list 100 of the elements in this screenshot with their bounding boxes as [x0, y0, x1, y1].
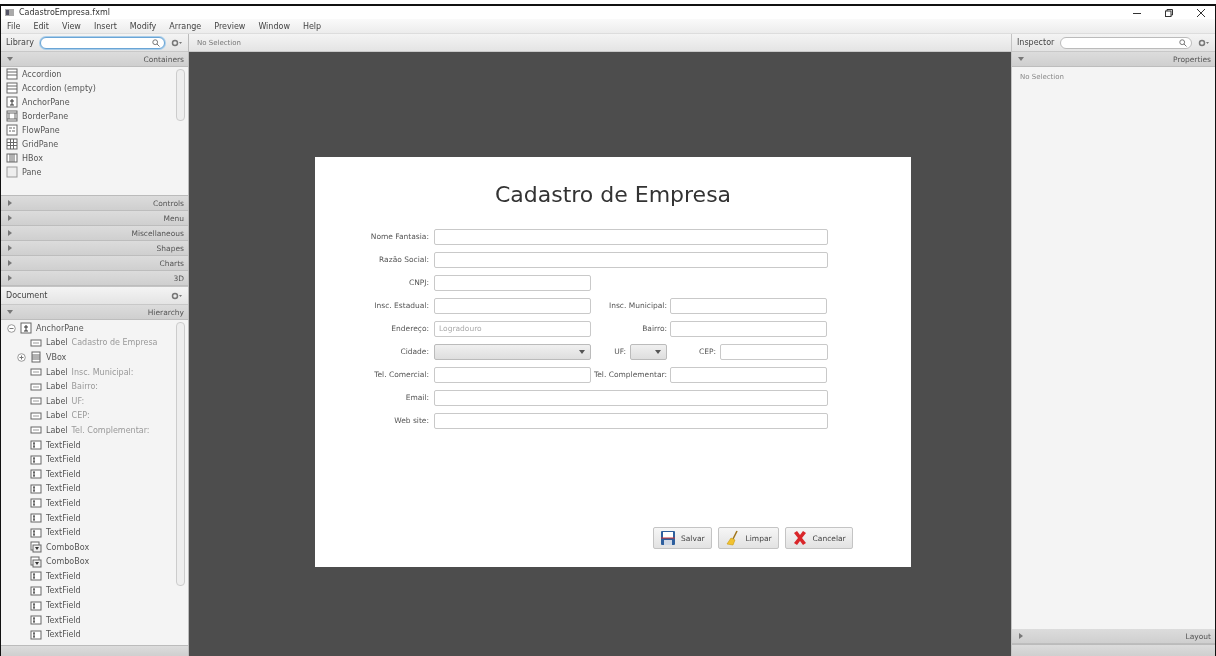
collapsed-arrow-icon[interactable]: [7, 230, 13, 236]
text-field-icon: [30, 468, 42, 481]
cross-icon: [791, 530, 808, 546]
search-field[interactable]: [1060, 36, 1192, 49]
panel-title: Library: [6, 38, 34, 47]
library-item[interactable]: AnchorPane: [1, 95, 169, 109]
text-field[interactable]: [434, 366, 591, 383]
combo-box[interactable]: [630, 343, 667, 360]
text-field[interactable]: [670, 320, 827, 337]
label-icon: [30, 380, 42, 393]
hierarchy-item[interactable]: TextField: [1, 466, 173, 482]
text-field-icon: [30, 439, 42, 452]
hierarchy-item[interactable]: Label Insc. Municipal:: [1, 364, 173, 380]
menu-item[interactable]: File: [7, 21, 21, 31]
expanded-arrow-icon[interactable]: [7, 309, 13, 315]
text-field[interactable]: [720, 343, 828, 360]
hierarchy-item[interactable]: TextField: [1, 437, 173, 453]
flow-pane-icon: [6, 124, 18, 136]
hierarchy-item[interactable]: TextField: [1, 598, 173, 613]
text-field[interactable]: [434, 274, 591, 291]
text-field-icon: [30, 482, 42, 495]
collapsed-arrow-icon[interactable]: [1018, 633, 1024, 639]
hierarchy-item[interactable]: TextField: [1, 569, 173, 584]
text-field[interactable]: [434, 228, 828, 245]
panel-title: Inspector: [1017, 38, 1055, 47]
library-item[interactable]: Pane: [1, 165, 169, 179]
collapsed-arrow-icon[interactable]: [7, 275, 13, 281]
hierarchy-item[interactable]: TextField: [1, 525, 173, 540]
library-item[interactable]: Accordion (empty): [1, 81, 169, 95]
library-item[interactable]: BorderPane: [1, 109, 169, 123]
accordion-icon: [6, 82, 18, 94]
menu-item[interactable]: Modify: [129, 21, 157, 31]
combo-box[interactable]: [434, 343, 591, 360]
hierarchy-item[interactable]: Label CEP:: [1, 408, 173, 424]
collapsed-arrow-icon[interactable]: [7, 260, 13, 266]
expand-toggle-icon[interactable]: [17, 353, 26, 362]
library-item[interactable]: GridPane: [1, 137, 169, 151]
expanded-arrow-icon[interactable]: [7, 56, 13, 62]
menu-item[interactable]: Arrange: [169, 21, 202, 31]
hierarchy-item[interactable]: TextField: [1, 583, 173, 599]
menu-item[interactable]: Insert: [93, 21, 117, 31]
combo-box-icon: [30, 555, 42, 568]
text-field-icon: [30, 614, 42, 627]
expanded-arrow-icon[interactable]: [1018, 56, 1024, 62]
hierarchy-item[interactable]: TextField: [1, 452, 173, 467]
hierarchy-item[interactable]: TextField: [1, 612, 173, 628]
settings-icon[interactable]: [1198, 38, 1210, 47]
hierarchy-item[interactable]: AnchorPane: [1, 321, 173, 336]
hierarchy-item[interactable]: VBox: [1, 350, 173, 365]
hierarchy-item[interactable]: Label UF:: [1, 393, 173, 409]
library-item[interactable]: HBox: [1, 151, 169, 165]
section-header[interactable]: [1, 645, 188, 656]
text-field-icon: [30, 497, 42, 510]
collapsed-arrow-icon[interactable]: [7, 200, 13, 206]
settings-icon[interactable]: [171, 291, 183, 300]
menu-item[interactable]: Preview: [214, 21, 246, 31]
menu-item[interactable]: Window: [258, 21, 290, 31]
label-icon: [30, 366, 42, 379]
menu-item[interactable]: View: [61, 21, 81, 31]
maximize-icon[interactable]: [1165, 8, 1173, 17]
search-field[interactable]: [40, 36, 165, 49]
text-field[interactable]: [434, 412, 828, 429]
menu-item[interactable]: Edit: [33, 21, 49, 31]
close-icon[interactable]: [1197, 8, 1205, 17]
text-field[interactable]: [434, 297, 591, 314]
hierarchy-item[interactable]: Label Tel. Complementar:: [1, 423, 173, 438]
scrollbar[interactable]: [176, 69, 185, 121]
text-field-icon: [30, 585, 42, 597]
text-field-icon: [30, 512, 42, 524]
text-field[interactable]: [434, 251, 828, 268]
library-item[interactable]: FlowPane: [1, 123, 169, 137]
collapsed-arrow-icon[interactable]: [7, 245, 13, 251]
library-item[interactable]: Accordion: [1, 67, 169, 81]
hierarchy-item[interactable]: TextField: [1, 627, 173, 643]
text-field[interactable]: [670, 366, 827, 383]
dropdown-arrow-icon: [579, 349, 585, 354]
label-icon: [30, 336, 42, 349]
settings-icon[interactable]: [171, 38, 183, 47]
label-icon: [30, 409, 42, 422]
label-icon: [30, 424, 42, 437]
scrollbar[interactable]: [176, 322, 185, 586]
hierarchy-item[interactable]: TextField: [1, 496, 173, 511]
hierarchy-item[interactable]: TextField: [1, 510, 173, 526]
section-header[interactable]: [1012, 644, 1215, 656]
hierarchy-item[interactable]: TextField: [1, 481, 173, 497]
search-icon: [152, 38, 160, 47]
text-field[interactable]: [670, 297, 827, 314]
text-field-icon: [30, 628, 42, 641]
hierarchy-item[interactable]: ComboBox: [1, 554, 173, 570]
text-field[interactable]: [434, 389, 828, 406]
window-title: CadastroEmpresa.fxml: [19, 8, 110, 17]
collapsed-arrow-icon[interactable]: [7, 215, 13, 221]
dropdown-arrow-icon: [655, 349, 661, 354]
hierarchy-item[interactable]: Label Cadastro de Empresa: [1, 335, 173, 351]
hierarchy-item[interactable]: ComboBox: [1, 539, 173, 555]
collapse-toggle-icon[interactable]: [7, 323, 16, 333]
text-field-icon: [30, 599, 42, 612]
anchor-pane-icon: [20, 322, 32, 335]
hierarchy-item[interactable]: Label Bairro:: [1, 379, 173, 394]
menu-item[interactable]: Help: [302, 21, 322, 31]
